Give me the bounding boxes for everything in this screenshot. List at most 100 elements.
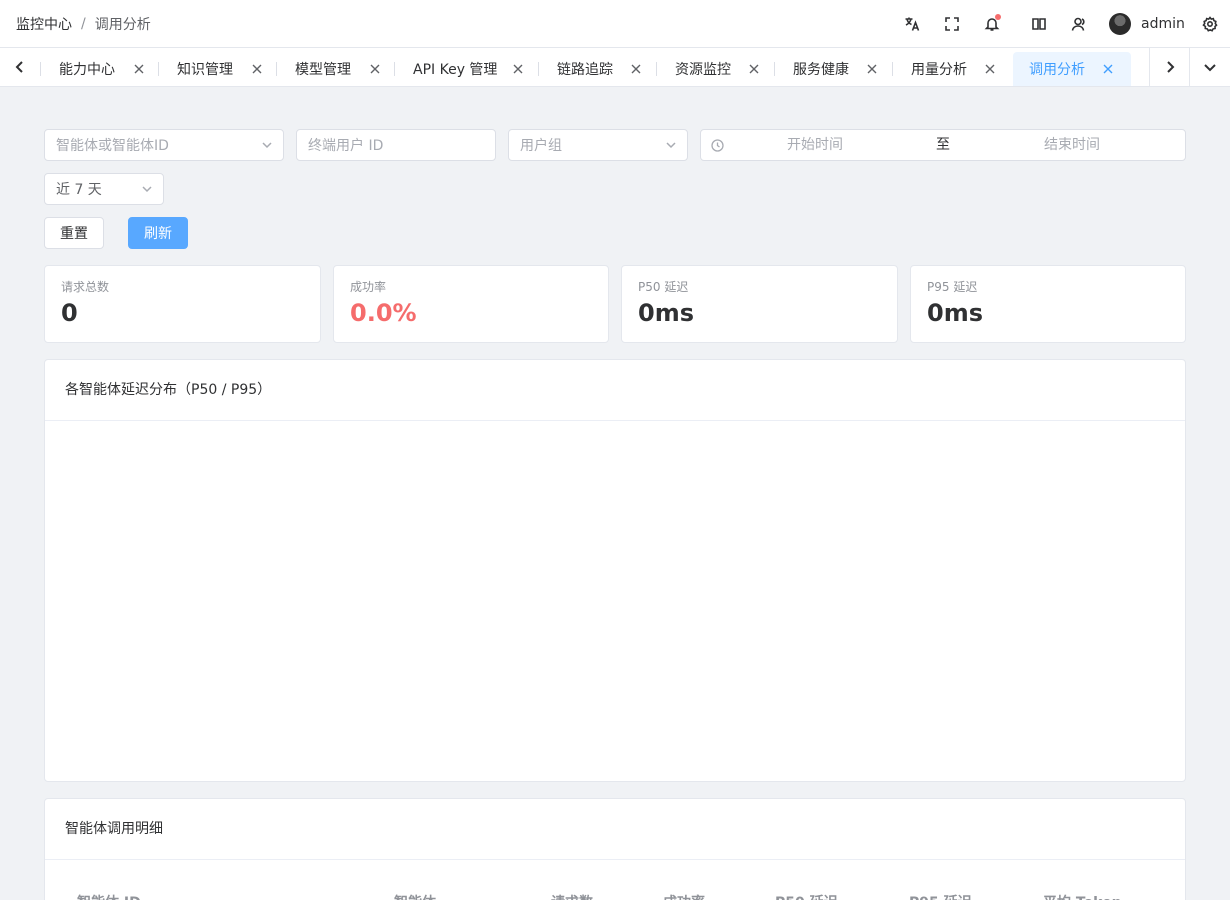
avatar[interactable] — [1109, 13, 1131, 35]
tab-label: 服务健康 — [793, 62, 849, 78]
tab-model-management[interactable]: 模型管理 — [276, 52, 394, 86]
period-select[interactable]: 近 7 天 — [44, 173, 164, 205]
tab-label: API Key 管理 — [413, 62, 498, 78]
stat-value: 0ms — [638, 299, 694, 327]
tab-usage-analysis[interactable]: 用量分析 — [892, 52, 1010, 86]
tab-divider — [656, 62, 657, 76]
chevron-down-icon — [141, 183, 153, 195]
reset-button[interactable]: 重置 — [44, 217, 104, 249]
panel-header: 各智能体延迟分布（P50 / P95） — [45, 360, 1185, 421]
tab-divider — [276, 62, 277, 76]
tabs-scroll-right-button[interactable] — [1149, 48, 1189, 86]
close-icon[interactable] — [866, 63, 878, 75]
end-time-input[interactable]: 结束时间 — [1044, 130, 1100, 160]
stat-label: 成功率 — [350, 280, 387, 294]
column-header-agent-id[interactable]: 智能体 ID — [77, 892, 141, 900]
close-icon[interactable] — [512, 63, 524, 75]
tab-divider — [394, 62, 395, 76]
close-icon[interactable] — [251, 63, 263, 75]
tab-divider — [774, 62, 775, 76]
close-icon[interactable] — [630, 63, 642, 75]
stat-label: 请求总数 — [61, 280, 110, 294]
tabs-more-button[interactable] — [1189, 48, 1229, 86]
stat-label: P50 延迟 — [638, 280, 689, 294]
tabs-bar: 能力中心 知识管理 模型管理 API Key 管理 链路追踪 资源监控 服务健康… — [0, 48, 1230, 87]
chevron-left-icon — [15, 61, 23, 73]
chevron-down-icon — [665, 139, 677, 151]
notification-dot — [995, 14, 1001, 20]
close-icon[interactable] — [984, 63, 996, 75]
stat-card-p95-latency: P95 延迟 0ms — [910, 265, 1186, 343]
end-user-id-placeholder: 终端用户 ID — [308, 138, 384, 154]
latency-distribution-panel: 各智能体延迟分布（P50 / P95） — [44, 359, 1186, 782]
call-detail-panel: 智能体调用明细 智能体 ID 智能体 请求数 成功率 P50 延迟 P95 延迟… — [44, 798, 1186, 900]
clock-icon — [711, 139, 724, 152]
tab-divider — [40, 62, 41, 76]
tab-knowledge-management[interactable]: 知识管理 — [158, 52, 276, 86]
breadcrumb: 监控中心 / 调用分析 — [16, 0, 151, 48]
tab-call-analysis[interactable]: 调用分析 — [1013, 52, 1131, 86]
stat-value: 0 — [61, 299, 78, 327]
latency-chart-area — [45, 421, 1185, 781]
username[interactable]: admin — [1141, 0, 1185, 48]
chevron-right-icon — [1166, 61, 1174, 73]
bell-icon[interactable] — [982, 14, 1002, 34]
tab-resource-monitoring[interactable]: 资源监控 — [656, 52, 774, 86]
panel-title: 智能体调用明细 — [65, 821, 163, 837]
breadcrumb-root[interactable]: 监控中心 — [16, 14, 72, 34]
table-header: 智能体 ID 智能体 请求数 成功率 P50 延迟 P95 延迟 平均 Toke… — [45, 860, 1185, 900]
column-header-p95-latency[interactable]: P95 延迟 — [909, 892, 972, 900]
tab-label: 能力中心 — [59, 62, 115, 78]
panel-header: 智能体调用明细 — [45, 799, 1185, 860]
tab-label: 知识管理 — [177, 62, 233, 78]
stat-value: 0ms — [927, 299, 983, 327]
close-icon[interactable] — [748, 63, 760, 75]
fullscreen-icon[interactable] — [942, 14, 962, 34]
stat-card-p50-latency: P50 延迟 0ms — [621, 265, 898, 343]
date-range-picker[interactable]: 开始时间 至 结束时间 — [700, 129, 1186, 161]
tab-label: 模型管理 — [295, 62, 351, 78]
tab-label: 调用分析 — [1029, 62, 1085, 78]
panel-title: 各智能体延迟分布（P50 / P95） — [65, 382, 272, 398]
stat-value: 0.0% — [350, 299, 417, 327]
book-icon[interactable] — [1029, 14, 1049, 34]
column-header-p50-latency[interactable]: P50 延迟 — [775, 892, 838, 900]
column-header-agent[interactable]: 智能体 — [394, 892, 436, 900]
user-group-select[interactable]: 用户组 — [508, 129, 688, 161]
tab-divider — [892, 62, 893, 76]
tab-api-key-management[interactable]: API Key 管理 — [394, 52, 538, 86]
tab-label: 资源监控 — [675, 62, 731, 78]
tabs-viewport: 能力中心 知识管理 模型管理 API Key 管理 链路追踪 资源监控 服务健康… — [40, 48, 1149, 86]
tab-label: 链路追踪 — [557, 62, 613, 78]
breadcrumb-current: 调用分析 — [94, 17, 151, 33]
stat-card-total-requests: 请求总数 0 — [44, 265, 321, 343]
close-icon[interactable] — [1102, 63, 1114, 75]
end-user-id-input[interactable]: 终端用户 ID — [296, 129, 496, 161]
start-time-input[interactable]: 开始时间 — [787, 130, 843, 160]
agent-select-placeholder: 智能体或智能体ID — [56, 138, 169, 154]
agent-select[interactable]: 智能体或智能体ID — [44, 129, 284, 161]
column-header-avg-token[interactable]: 平均 Token — [1043, 892, 1122, 900]
translate-icon[interactable] — [902, 14, 922, 34]
range-separator: 至 — [936, 137, 950, 153]
refresh-button[interactable]: 刷新 — [128, 217, 188, 249]
close-icon[interactable] — [133, 63, 145, 75]
stat-card-success-rate: 成功率 0.0% — [333, 265, 609, 343]
column-header-requests[interactable]: 请求数 — [551, 892, 593, 900]
user-icon[interactable] — [1069, 14, 1089, 34]
tab-trace[interactable]: 链路追踪 — [538, 52, 656, 86]
tab-label: 用量分析 — [911, 62, 967, 78]
tabs-scroll-left-button[interactable] — [0, 48, 40, 86]
top-header: 监控中心 / 调用分析 admin — [0, 0, 1230, 48]
tab-divider — [158, 62, 159, 76]
user-group-placeholder: 用户组 — [520, 138, 562, 154]
tab-service-health[interactable]: 服务健康 — [774, 52, 892, 86]
tab-capability-center[interactable]: 能力中心 — [40, 52, 158, 86]
close-icon[interactable] — [369, 63, 381, 75]
stat-label: P95 延迟 — [927, 280, 978, 294]
column-header-success-rate[interactable]: 成功率 — [663, 892, 705, 900]
chevron-down-icon — [261, 139, 273, 151]
period-select-value: 近 7 天 — [56, 182, 102, 198]
chevron-down-icon — [1203, 64, 1216, 72]
settings-icon[interactable] — [1200, 14, 1220, 34]
